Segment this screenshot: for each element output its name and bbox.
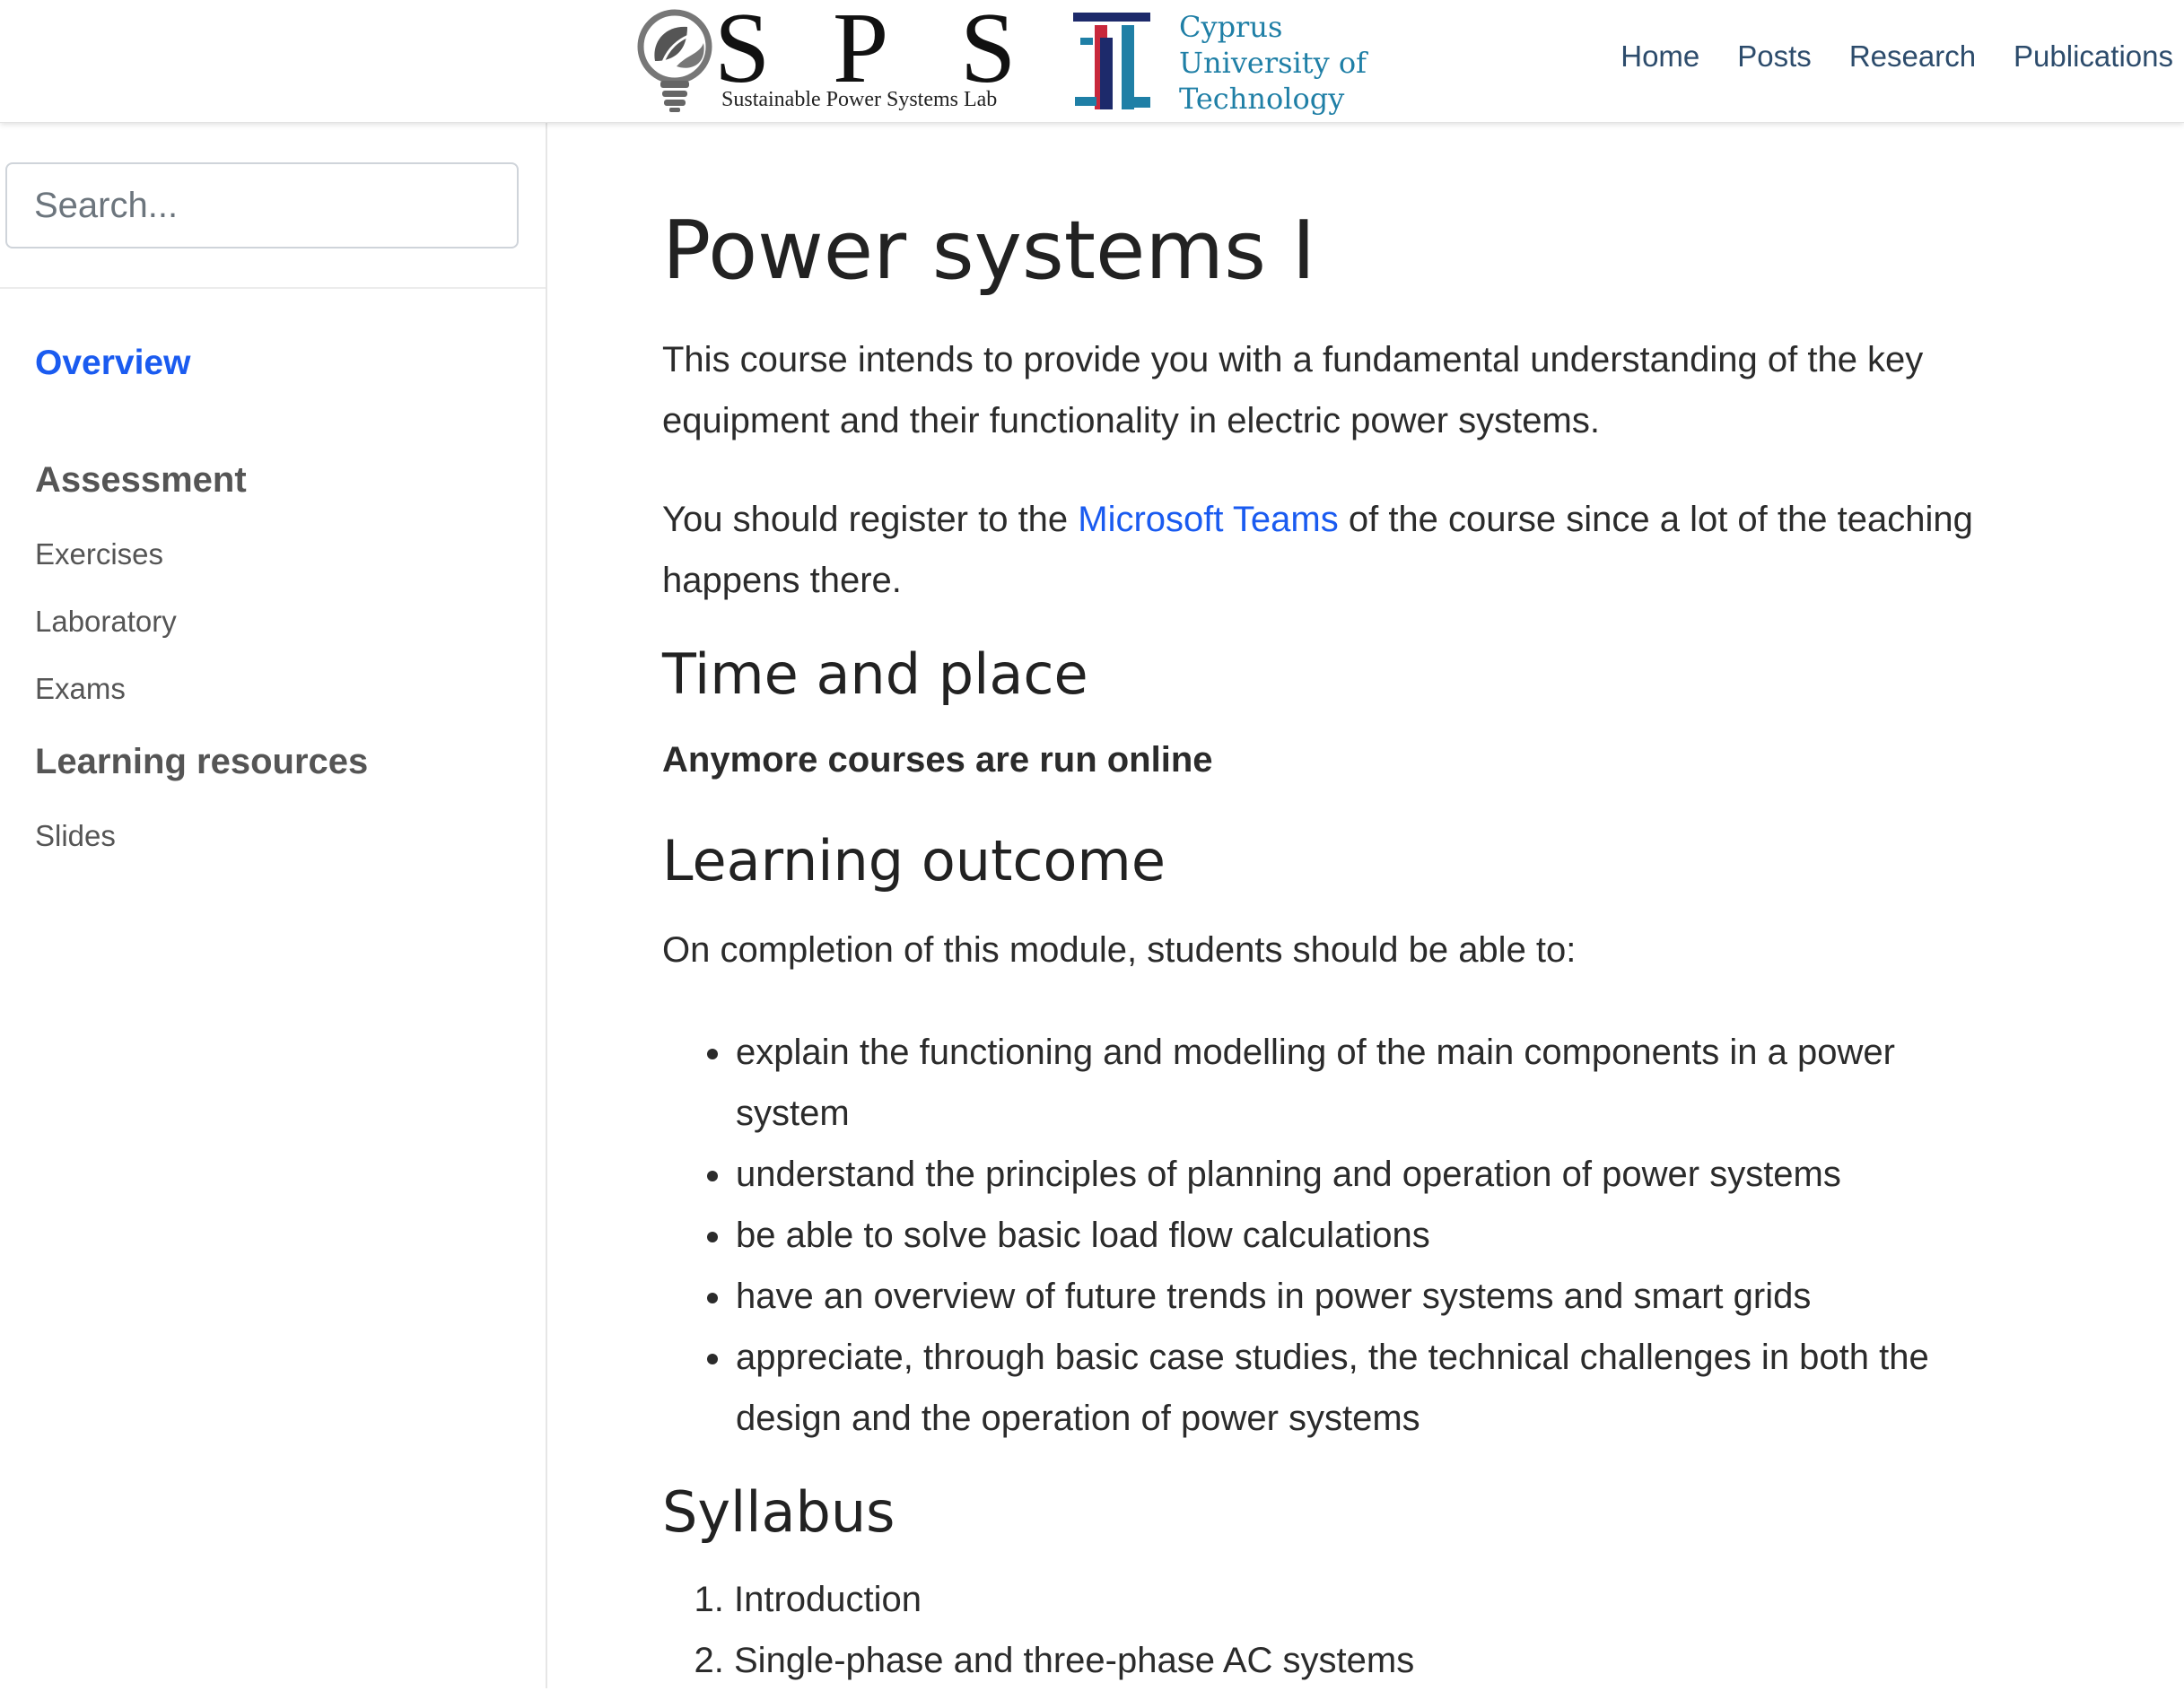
lightbulb-leaf-icon <box>637 9 712 112</box>
learning-outcome-intro: On completion of this module, students s… <box>662 930 1577 970</box>
docs-sidebar: Overview Assessment Exercises Laboratory… <box>0 123 547 1688</box>
list-item: be able to solve basic load flow calcula… <box>734 1205 2008 1266</box>
list-item: explain the functioning and modelling of… <box>734 1022 2008 1144</box>
list-item: Introduction <box>734 1569 2008 1630</box>
sidebar-section-assessment[interactable]: Assessment <box>35 460 247 501</box>
sidebar-item-overview[interactable]: Overview <box>35 344 190 383</box>
sps-lab-logo[interactable]: S P S Sustainable Power Systems Lab <box>635 0 1016 117</box>
syllabus-list: Introduction Single-phase and three-phas… <box>662 1569 2008 1691</box>
logo-letter-s2: S <box>960 0 1017 104</box>
microsoft-teams-link[interactable]: Microsoft Teams <box>1078 500 1338 539</box>
list-item: Single-phase and three-phase AC systems <box>734 1630 2008 1691</box>
teams-text-before: You should register to the <box>662 500 1079 539</box>
syllabus-heading: Syllabus <box>662 1479 895 1545</box>
university-name: Cyprus University of Technology <box>1179 9 1367 117</box>
learning-outcomes-list: explain the functioning and modelling of… <box>662 1022 2008 1449</box>
university-name-line-2: University of <box>1179 46 1367 80</box>
list-item: have an overview of future trends in pow… <box>734 1266 2008 1327</box>
search-box <box>5 162 519 248</box>
intro-paragraph: This course intends to provide you with … <box>662 340 1924 440</box>
sidebar-item-exercises[interactable]: Exercises <box>35 537 163 571</box>
university-name-line-1: Cyprus <box>1179 10 1283 44</box>
search-input[interactable] <box>5 162 519 248</box>
time-place-heading: Time and place <box>662 641 1088 707</box>
top-navbar: S P S Sustainable Power Systems Lab Cypr… <box>0 0 2184 123</box>
time-place-note: Anymore courses are run online <box>662 740 1213 780</box>
main-nav: Home Posts Research Publications <box>1621 39 2173 74</box>
nav-research[interactable]: Research <box>1849 39 1976 74</box>
list-item: understand the principles of planning an… <box>734 1144 2008 1205</box>
sidebar-section-learning-resources[interactable]: Learning resources <box>35 742 368 782</box>
sidebar-item-slides[interactable]: Slides <box>35 819 116 853</box>
cyprus-university-logo[interactable]: Cyprus University of Technology <box>1073 9 1369 116</box>
sidebar-item-exams[interactable]: Exams <box>35 672 126 706</box>
university-name-line-3: Technology <box>1179 82 1345 116</box>
teams-paragraph: You should register to the Microsoft Tea… <box>662 489 2008 611</box>
logo-subtitle: Sustainable Power Systems Lab <box>721 88 998 111</box>
nav-home[interactable]: Home <box>1621 39 1699 74</box>
logo-letter-s1: S <box>714 0 771 104</box>
sidebar-divider <box>0 287 546 289</box>
logo-letter-p: P <box>833 0 889 104</box>
nav-publications[interactable]: Publications <box>2014 39 2173 74</box>
learning-outcome-heading: Learning outcome <box>662 828 1166 893</box>
university-emblem-icon <box>1073 13 1150 109</box>
sidebar-item-laboratory[interactable]: Laboratory <box>35 605 177 639</box>
nav-posts[interactable]: Posts <box>1737 39 1812 74</box>
page-title: Power systems I <box>662 204 1316 298</box>
list-item: appreciate, through basic case studies, … <box>734 1327 2008 1449</box>
